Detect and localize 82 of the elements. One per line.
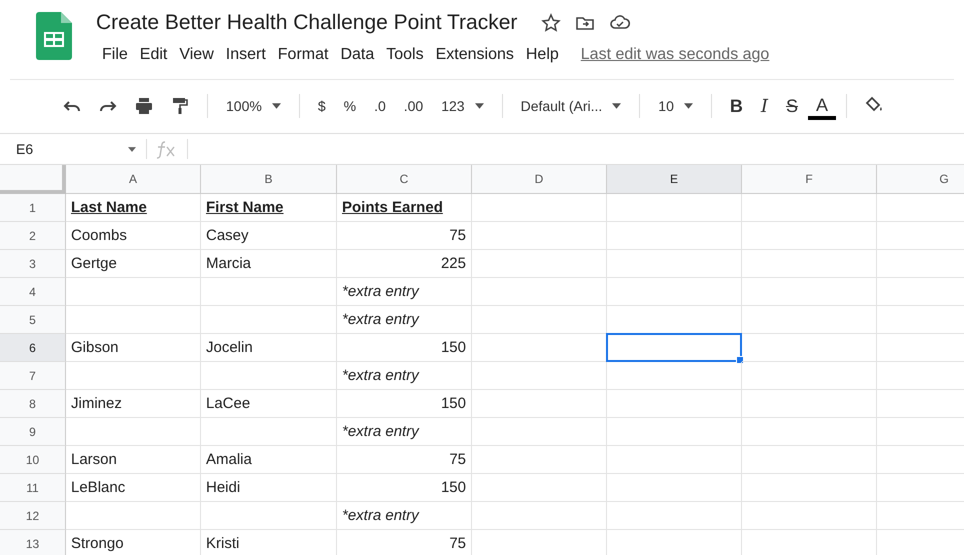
row-header[interactable]: 6 [0,334,66,362]
toolbar-button[interactable]: .0 [366,95,394,117]
table-cell: 75 [337,222,472,250]
sheets-logo-icon[interactable] [36,12,72,60]
last-edit-link[interactable]: Last edit was seconds ago [580,42,770,68]
caret-icon [684,103,693,109]
column-header[interactable]: C [337,165,472,194]
table-cell: Points Earned [337,194,472,222]
column-header[interactable]: B [201,165,337,194]
column-header[interactable]: G [877,165,964,194]
column-header[interactable]: F [742,165,877,194]
menu-item[interactable]: Help [520,42,565,68]
toolbar-button[interactable]: .00 [396,95,432,117]
menu-item[interactable]: Tools [380,42,430,68]
table-cell: Gertge [66,250,201,278]
menu-item[interactable]: Edit [134,42,174,68]
table-cell: 75 [337,530,472,555]
table-cell: Larson [66,446,201,474]
table-cell: 150 [337,334,472,362]
document-title[interactable]: Create Better Health Challenge Point Tracker [96,11,518,35]
row-header[interactable]: 1 [0,194,66,222]
text-color-button[interactable]: A [808,92,836,120]
table-cell: 75 [337,446,472,474]
menu-item[interactable]: Data [334,42,380,68]
table-cell: 225 [337,250,472,278]
toolbar-dropdown[interactable]: 100% [218,95,289,117]
star-icon[interactable] [541,13,562,33]
table-cell: Marcia [201,250,337,278]
row-header[interactable]: 2 [0,222,66,250]
column-header[interactable]: E [607,165,742,194]
row-header[interactable]: 7 [0,362,66,390]
table-cell: *extra entry [337,278,472,306]
table-cell: Casey [201,222,337,250]
table-cell: LaCee [201,390,337,418]
print-icon[interactable] [134,96,154,116]
table-cell: Jiminez [66,390,201,418]
row-header[interactable]: 10 [0,446,66,474]
table-cell: *extra entry [337,502,472,530]
italic-button[interactable]: I [752,92,776,120]
paint-roller-icon[interactable] [170,96,190,116]
table-cell: Heidi [201,474,337,502]
row-header[interactable]: 4 [0,278,66,306]
row-header[interactable]: 11 [0,474,66,502]
row-header[interactable]: 12 [0,502,66,530]
toolbar-button[interactable]: % [336,95,364,117]
table-cell: Strongo [66,530,201,555]
strikethrough-button[interactable]: S [778,92,806,120]
column-header[interactable]: A [66,165,201,194]
caret-icon [128,146,136,152]
caret-icon [272,103,281,109]
row-header[interactable]: 9 [0,418,66,446]
toolbar-dropdown[interactable]: 10 [650,95,701,117]
column-header[interactable]: D [472,165,607,194]
toolbar-dropdown[interactable]: Default (Ari... [512,95,630,117]
name-box[interactable]: E6 [0,141,146,157]
table-cell: Kristi [201,530,337,555]
row-header[interactable]: 5 [0,306,66,334]
table-cell: 150 [337,474,472,502]
menu-item[interactable]: File [96,42,134,68]
table-cell: Amalia [201,446,337,474]
menu-item[interactable]: Format [272,42,334,68]
toolbar-dropdown[interactable]: 123 [433,95,492,117]
table-cell: *extra entry [337,362,472,390]
table-cell: *extra entry [337,306,472,334]
menu-item[interactable]: View [173,42,220,68]
menu-item[interactable]: Insert [220,42,272,68]
table-cell: *extra entry [337,418,472,446]
caret-icon [474,103,484,109]
menu-item[interactable]: Extensions [430,42,520,68]
toolbar-button[interactable]: $ [310,95,334,117]
bold-button[interactable]: B [722,92,751,120]
row-header[interactable]: 13 [0,530,66,555]
table-cell: Jocelin [201,334,337,362]
table-cell: Last Name [66,194,201,222]
table-cell: First Name [201,194,337,222]
caret-icon [612,103,622,109]
row-header[interactable]: 3 [0,250,66,278]
row-header[interactable]: 8 [0,390,66,418]
table-cell: 150 [337,390,472,418]
table-cell: Coombs [66,222,201,250]
table-cell: Gibson [66,334,201,362]
table-cell: LeBlanc [66,474,201,502]
